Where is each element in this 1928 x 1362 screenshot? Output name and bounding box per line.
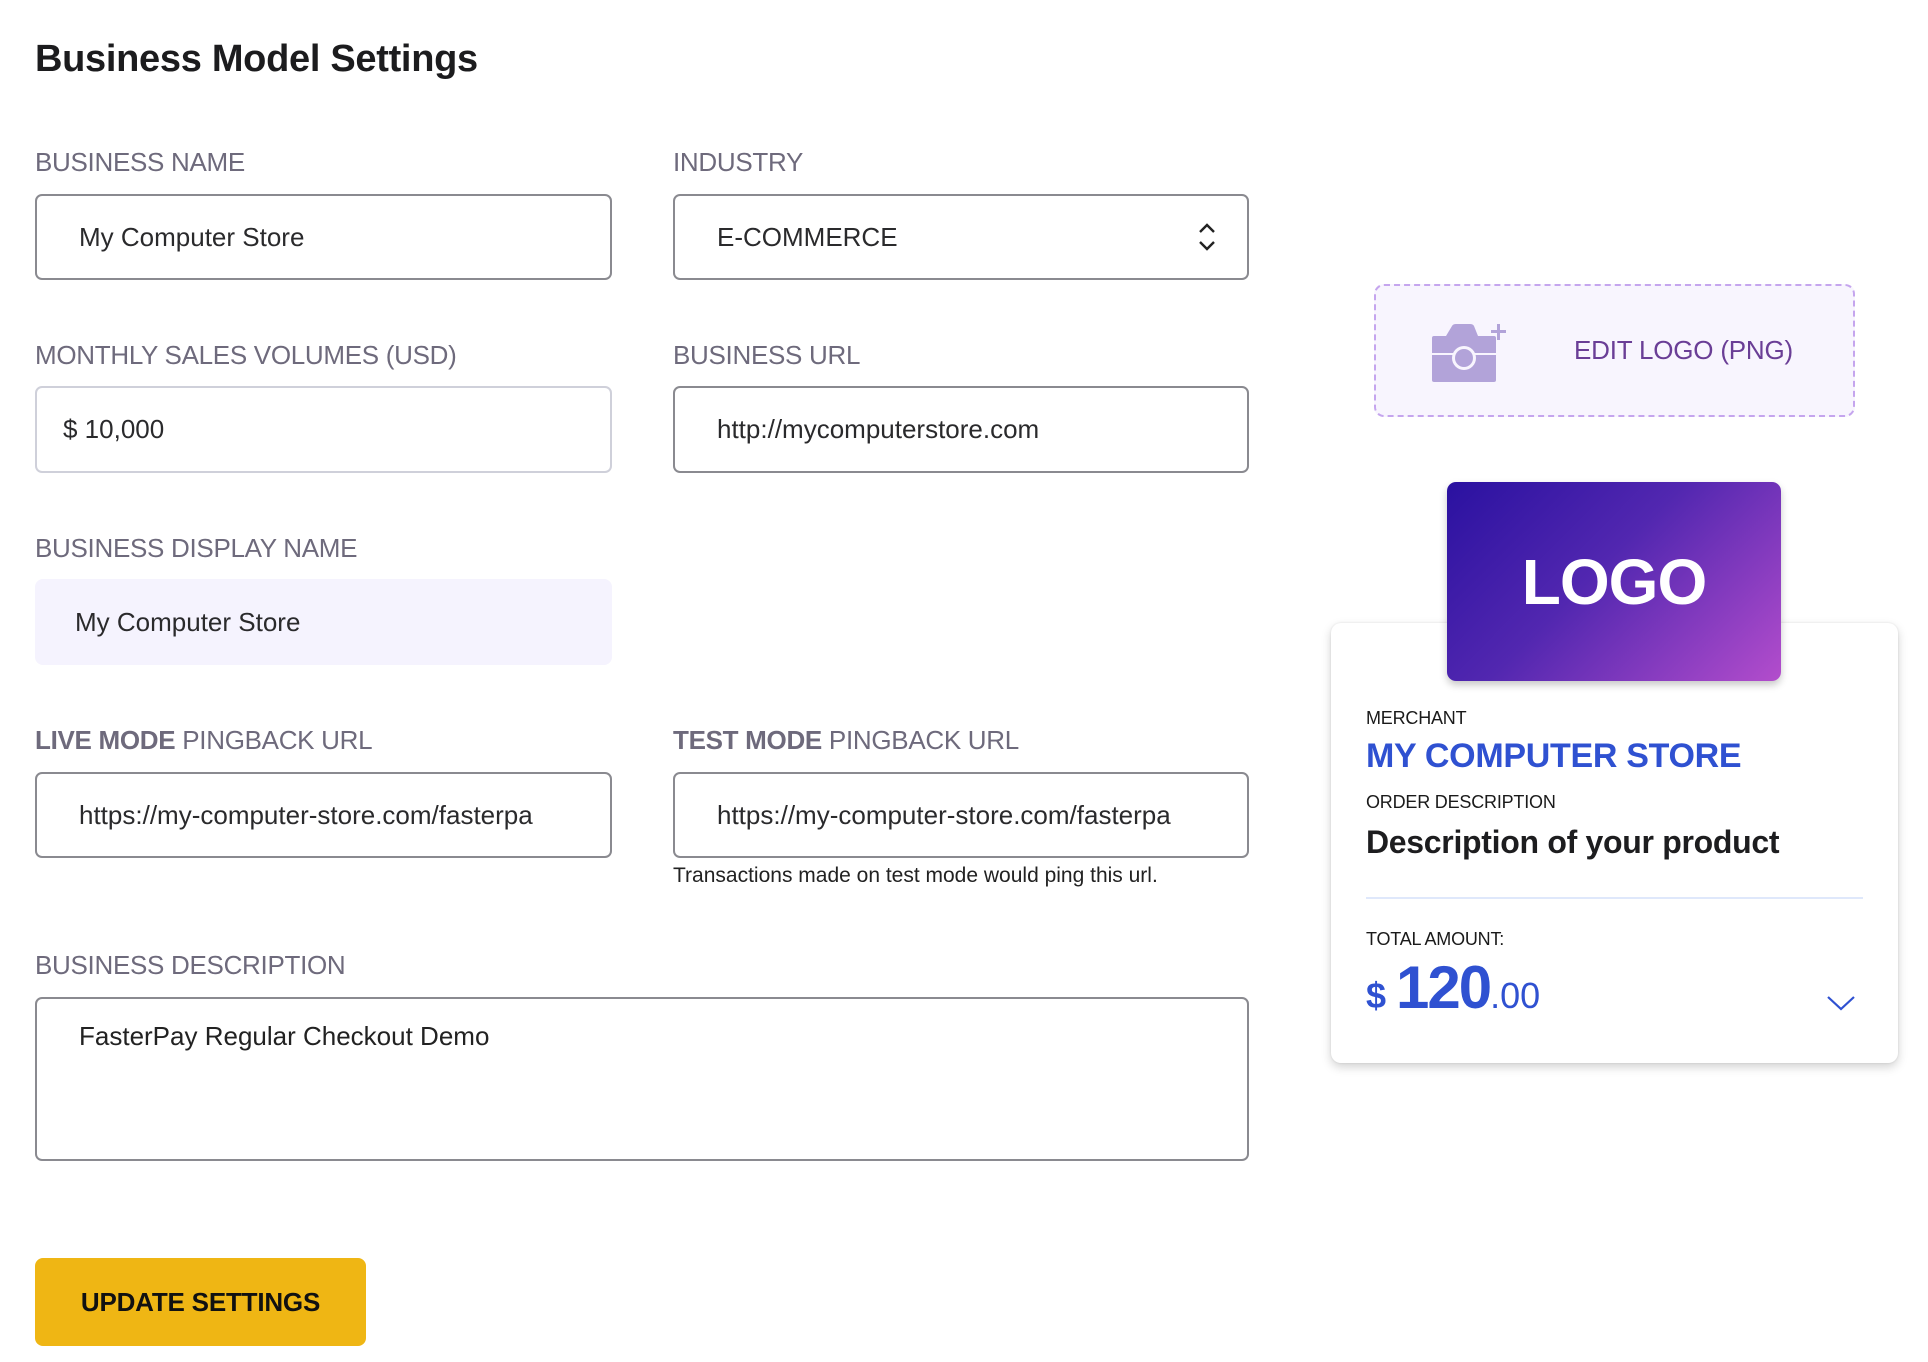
- monthly-sales-input[interactable]: $ 10,000: [35, 386, 612, 473]
- logo-placeholder: LOGO: [1447, 482, 1781, 681]
- amount-integer: 120: [1396, 954, 1492, 1021]
- business-name-input[interactable]: My Computer Store: [35, 194, 612, 280]
- business-url-label: BUSINESS URL: [673, 340, 861, 370]
- description-label: BUSINESS DESCRIPTION: [35, 950, 346, 980]
- monthly-sales-label: MONTHLY SALES VOLUMES (USD): [35, 340, 457, 370]
- order-description-label: ORDER DESCRIPTION: [1366, 792, 1556, 812]
- display-name-field: My Computer Store: [35, 579, 612, 665]
- description-textarea[interactable]: FasterPay Regular Checkout Demo: [35, 997, 1249, 1161]
- page-title: Business Model Settings: [35, 38, 478, 80]
- business-url-value: http://mycomputerstore.com: [717, 414, 1040, 444]
- amount-decimal: .00: [1490, 975, 1541, 1016]
- display-name-label: BUSINESS DISPLAY NAME: [35, 533, 358, 563]
- test-pingback-input[interactable]: https://my-computer-store.com/fasterpa: [673, 772, 1249, 858]
- test-pingback-label-rest: PINGBACK URL: [821, 725, 1019, 755]
- live-pingback-input[interactable]: https://my-computer-store.com/fasterpa: [35, 772, 612, 858]
- edit-logo-button[interactable]: EDIT LOGO (PNG): [1374, 284, 1855, 417]
- industry-label: INDUSTRY: [673, 147, 804, 177]
- update-settings-button[interactable]: UPDATE SETTINGS: [35, 1258, 366, 1346]
- total-amount: $ 120 .00: [1366, 953, 1540, 1022]
- total-amount-label: TOTAL AMOUNT:: [1366, 929, 1505, 949]
- currency-symbol: $: [1366, 975, 1387, 1016]
- industry-select[interactable]: E-COMMERCE: [673, 194, 1249, 280]
- business-url-input[interactable]: http://mycomputerstore.com: [673, 386, 1249, 473]
- live-pingback-label: LIVE MODE PINGBACK URL: [35, 725, 373, 756]
- live-pingback-value: https://my-computer-store.com/fasterpa: [79, 799, 533, 830]
- edit-logo-label: EDIT LOGO (PNG): [1574, 335, 1793, 365]
- industry-value: E-COMMERCE: [717, 221, 898, 252]
- merchant-label: MERCHANT: [1366, 708, 1467, 728]
- monthly-sales-value: $ 10,000: [63, 414, 165, 444]
- test-pingback-value: https://my-computer-store.com/fasterpa: [717, 799, 1171, 830]
- live-mode-bold: LIVE MODE: [35, 725, 176, 755]
- order-description: Description of your product: [1366, 824, 1780, 860]
- test-pingback-label: TEST MODE PINGBACK URL: [673, 725, 1019, 756]
- business-name-value: My Computer Store: [79, 221, 305, 252]
- card-divider: [1366, 897, 1863, 899]
- test-mode-bold: TEST MODE: [673, 725, 822, 755]
- camera-add-icon: [1432, 324, 1506, 382]
- business-name-label: BUSINESS NAME: [35, 147, 245, 177]
- chevron-down-icon[interactable]: [1826, 994, 1856, 1012]
- description-value: FasterPay Regular Checkout Demo: [79, 1021, 490, 1051]
- select-arrows-icon: [1199, 223, 1215, 251]
- display-name-value: My Computer Store: [75, 606, 301, 637]
- test-pingback-helper: Transactions made on test mode would pin…: [673, 864, 1158, 887]
- merchant-name: MY COMPUTER STORE: [1366, 737, 1742, 775]
- live-pingback-label-rest: PINGBACK URL: [175, 725, 373, 755]
